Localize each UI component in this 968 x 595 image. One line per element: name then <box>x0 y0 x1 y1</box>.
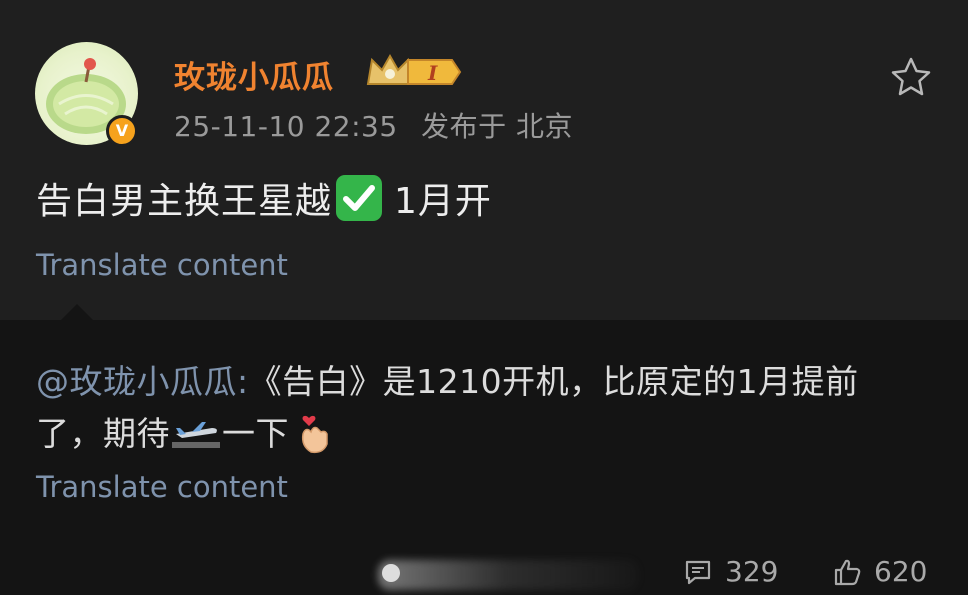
comment-button[interactable]: 329 <box>683 555 778 588</box>
thumbs-up-icon <box>834 559 861 585</box>
comment-icon <box>685 560 711 584</box>
translate-link[interactable]: Translate content <box>36 248 288 282</box>
post-text-part1: 告白男主换王星越 <box>36 181 333 222</box>
repost-translate-link[interactable]: Translate content <box>36 470 288 504</box>
crown-icon[interactable]: I <box>364 52 462 96</box>
comment-count: 329 <box>725 555 779 588</box>
post-text-part2: 1月开 <box>394 181 492 222</box>
mention-link[interactable]: @玫珑小瓜瓜: <box>36 362 249 401</box>
verified-badge: V <box>106 115 138 147</box>
check-mark-icon <box>336 175 383 221</box>
username[interactable]: 玫珑小瓜瓜 <box>174 52 334 97</box>
like-button[interactable]: 620 <box>832 555 927 588</box>
timestamp: 25-11-10 22:35 <box>174 110 398 143</box>
share-area[interactable] <box>378 560 638 590</box>
level-badge: I <box>427 61 438 85</box>
repost-text: @玫珑小瓜瓜:《告白》是1210开机，比原定的1月提前 了，期待 一下 <box>36 356 936 460</box>
repost-text-line2-part1: 了，期待 <box>36 414 170 453</box>
repost-caret <box>60 304 94 321</box>
finger-heart-icon <box>301 415 328 454</box>
repost-line-1: @玫珑小瓜瓜:《告白》是1210开机，比原定的1月提前 <box>36 356 936 408</box>
repost-line-2: 了，期待 一下 <box>36 408 936 460</box>
post-meta: 25-11-10 22:35 发布于 北京 <box>174 105 573 145</box>
repost-text-line1: 《告白》是1210开机，比原定的1月提前 <box>248 362 859 401</box>
location: 发布于 北京 <box>421 110 573 143</box>
repost-text-line2-part2: 一下 <box>222 414 289 453</box>
star-icon[interactable] <box>890 56 932 100</box>
share-icon[interactable] <box>382 564 400 582</box>
post-text: 告白男主换王星越 1月开 <box>36 172 492 224</box>
airplane-icon <box>172 422 220 448</box>
like-count: 620 <box>874 555 928 588</box>
